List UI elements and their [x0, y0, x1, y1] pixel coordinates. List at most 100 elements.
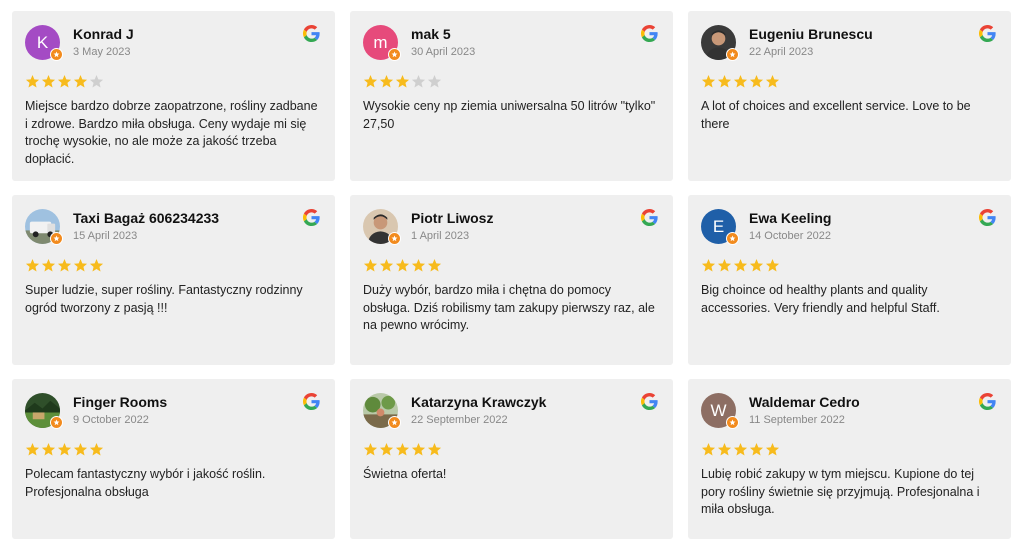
- star-filled-icon: [379, 442, 394, 456]
- reviewer-name[interactable]: Taxi Bagaż 606234233: [73, 210, 219, 226]
- review-text: Wysokie ceny np ziemia uniwersalna 50 li…: [363, 99, 656, 131]
- reviewer-name[interactable]: Ewa Keeling: [749, 210, 831, 226]
- star-filled-icon: [701, 442, 716, 456]
- avatar-letter: K: [36, 33, 49, 52]
- star-filled-icon: [363, 258, 378, 272]
- avatar-letter: E: [712, 217, 725, 236]
- review-header: Katarzyna Krawczyk 22 September 2022: [363, 393, 659, 429]
- star-empty-icon: [411, 74, 426, 88]
- star-filled-icon: [733, 442, 748, 456]
- star-filled-icon: [717, 74, 732, 88]
- review-text: Lubię robić zakupy w tym miejscu. Kupion…: [701, 467, 980, 516]
- star-filled-icon: [379, 258, 394, 272]
- star-filled-icon: [73, 258, 88, 272]
- star-rating: [25, 74, 321, 90]
- star-filled-icon: [57, 74, 72, 88]
- avatar[interactable]: [701, 25, 739, 61]
- star-filled-icon: [57, 442, 72, 456]
- star-filled-icon: [89, 258, 104, 272]
- avatar[interactable]: [25, 209, 63, 245]
- review-card: W Waldemar Cedro 11 September 2022 Lubię…: [688, 379, 1011, 539]
- google-icon[interactable]: [303, 393, 320, 410]
- star-filled-icon: [765, 258, 780, 272]
- star-rating: [363, 74, 659, 90]
- star-empty-icon: [89, 74, 104, 88]
- review-header: E Ewa Keeling 14 October 2022: [701, 209, 997, 245]
- reviewer-name[interactable]: Eugeniu Brunescu: [749, 26, 873, 42]
- google-icon[interactable]: [641, 393, 658, 410]
- review-text: A lot of choices and excellent service. …: [701, 99, 971, 131]
- avatar[interactable]: [363, 393, 401, 429]
- star-filled-icon: [765, 74, 780, 88]
- local-guide-badge-icon: [726, 416, 739, 429]
- review-date: 30 April 2023: [411, 46, 476, 58]
- star-filled-icon: [395, 442, 410, 456]
- star-rating: [25, 258, 321, 274]
- star-filled-icon: [411, 258, 426, 272]
- review-text: Duży wybór, bardzo miła i chętna do pomo…: [363, 283, 655, 332]
- reviews-grid: K Konrad J 3 May 2023 Miejsce bardzo dob…: [0, 0, 1024, 539]
- reviewer-name[interactable]: Piotr Liwosz: [411, 210, 493, 226]
- star-filled-icon: [765, 442, 780, 456]
- google-icon[interactable]: [979, 209, 996, 226]
- star-filled-icon: [427, 442, 442, 456]
- review-date: 15 April 2023: [73, 230, 138, 242]
- google-icon[interactable]: [303, 25, 320, 42]
- star-filled-icon: [411, 442, 426, 456]
- reviewer-name[interactable]: Katarzyna Krawczyk: [411, 394, 546, 410]
- reviewer-name[interactable]: mak 5: [411, 26, 451, 42]
- review-date: 3 May 2023: [73, 46, 131, 58]
- review-text: Polecam fantastyczny wybór i jakość rośl…: [25, 467, 266, 499]
- star-filled-icon: [427, 258, 442, 272]
- local-guide-badge-icon: [50, 416, 63, 429]
- star-filled-icon: [749, 258, 764, 272]
- review-header: Taxi Bagaż 606234233 15 April 2023: [25, 209, 321, 245]
- google-icon[interactable]: [641, 25, 658, 42]
- star-rating: [25, 442, 321, 458]
- star-filled-icon: [57, 258, 72, 272]
- google-icon[interactable]: [979, 25, 996, 42]
- star-filled-icon: [749, 74, 764, 88]
- review-card: K Konrad J 3 May 2023 Miejsce bardzo dob…: [12, 11, 335, 181]
- reviewer-name[interactable]: Waldemar Cedro: [749, 394, 860, 410]
- avatar[interactable]: K: [25, 25, 63, 61]
- reviewer-name[interactable]: Konrad J: [73, 26, 134, 42]
- star-rating: [701, 442, 997, 458]
- review-date: 14 October 2022: [749, 230, 831, 242]
- star-rating: [363, 258, 659, 274]
- star-filled-icon: [701, 258, 716, 272]
- local-guide-badge-icon: [388, 48, 401, 61]
- local-guide-badge-icon: [388, 416, 401, 429]
- star-filled-icon: [749, 442, 764, 456]
- star-filled-icon: [717, 258, 732, 272]
- reviewer-name[interactable]: Finger Rooms: [73, 394, 167, 410]
- local-guide-badge-icon: [50, 48, 63, 61]
- star-filled-icon: [733, 74, 748, 88]
- review-header: K Konrad J 3 May 2023: [25, 25, 321, 61]
- star-filled-icon: [25, 74, 40, 88]
- review-date: 9 October 2022: [73, 414, 149, 426]
- review-date: 22 September 2022: [411, 414, 508, 426]
- avatar-letter: m: [373, 33, 388, 52]
- local-guide-badge-icon: [726, 232, 739, 245]
- star-filled-icon: [733, 258, 748, 272]
- avatar[interactable]: W: [701, 393, 739, 429]
- avatar[interactable]: [363, 209, 401, 245]
- review-header: Piotr Liwosz 1 April 2023: [363, 209, 659, 245]
- star-filled-icon: [717, 442, 732, 456]
- avatar[interactable]: E: [701, 209, 739, 245]
- google-icon[interactable]: [641, 209, 658, 226]
- review-header: Finger Rooms 9 October 2022: [25, 393, 321, 429]
- star-filled-icon: [363, 74, 378, 88]
- avatar[interactable]: m: [363, 25, 401, 61]
- google-icon[interactable]: [979, 393, 996, 410]
- avatar[interactable]: [25, 393, 63, 429]
- google-icon[interactable]: [303, 209, 320, 226]
- review-card: m mak 5 30 April 2023 Wysokie ceny np zi…: [350, 11, 673, 181]
- star-filled-icon: [25, 442, 40, 456]
- star-filled-icon: [89, 442, 104, 456]
- review-text: Świetna oferta!: [363, 467, 447, 481]
- star-empty-icon: [427, 74, 442, 88]
- review-header: W Waldemar Cedro 11 September 2022: [701, 393, 997, 429]
- review-text: Big choince od healthy plants and qualit…: [701, 283, 940, 315]
